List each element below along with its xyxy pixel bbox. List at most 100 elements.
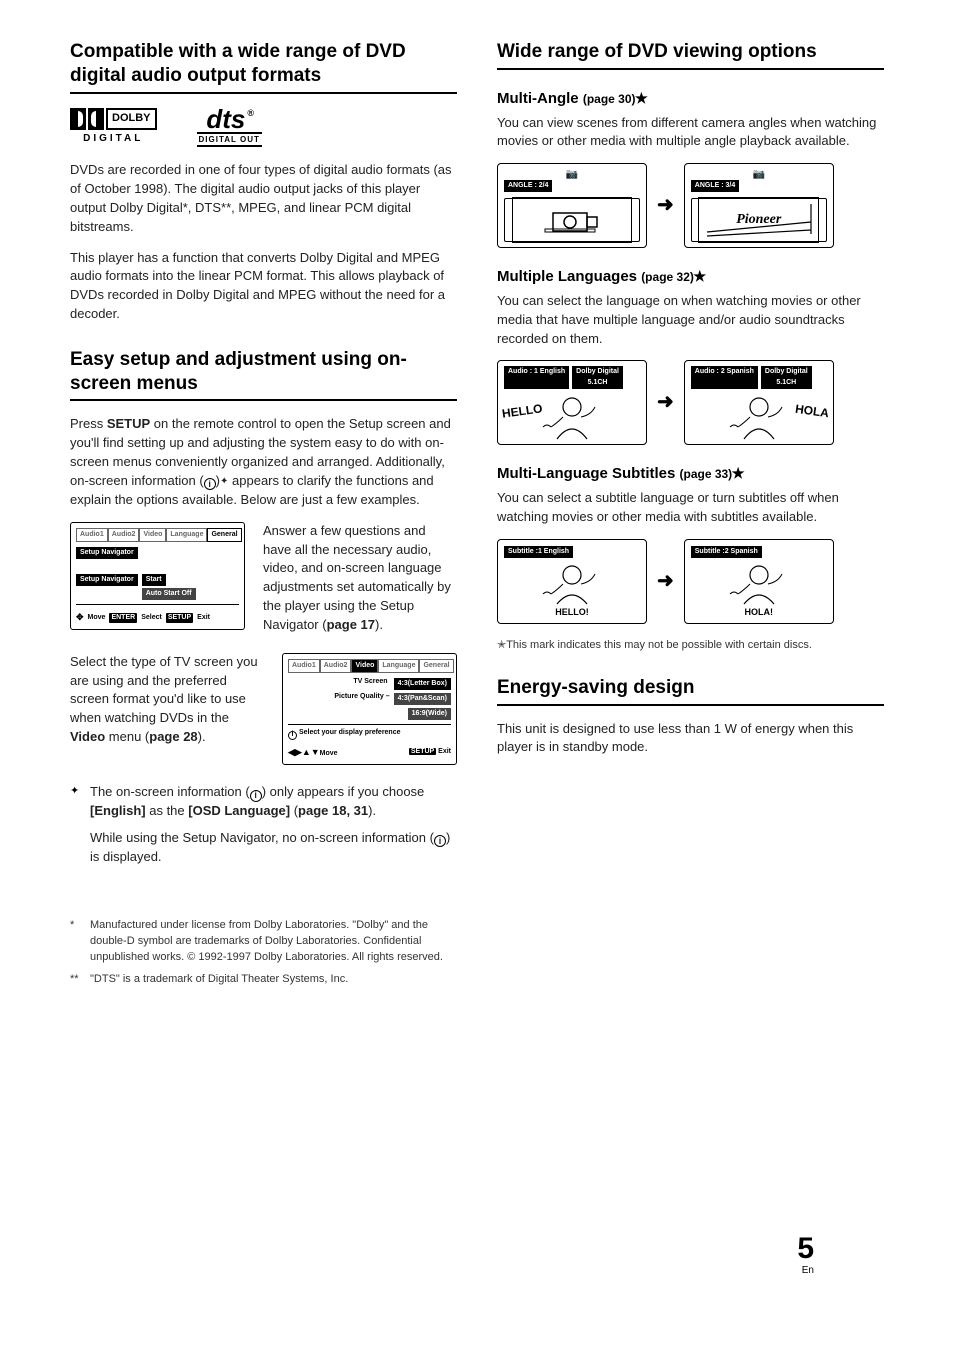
subhead-multiple-languages: Multiple Languages (page 32)✭ bbox=[497, 266, 884, 288]
osd-tab: Audio2 bbox=[320, 659, 352, 673]
txt: menu ( bbox=[105, 729, 149, 744]
osd-info: Select your display preference bbox=[299, 729, 401, 736]
pioneer-sketch: Pioneer bbox=[698, 197, 819, 243]
star-footnote: ✭This mark indicates this may not be pos… bbox=[497, 638, 884, 654]
para-setup: Press SETUP on the remote control to ope… bbox=[70, 415, 457, 509]
osd-video-menu: Audio1 Audio2 Video Language General TV … bbox=[282, 653, 457, 765]
osd-bar: ANGLE : 2/4 bbox=[504, 180, 552, 192]
footnotes: * Manufactured under license from Dolby … bbox=[70, 918, 457, 988]
subhead-multi-angle: Multi-Angle (page 30)✭ bbox=[497, 88, 884, 110]
page-number: 5 En bbox=[797, 1234, 814, 1279]
dolby-word: DOLBY bbox=[106, 108, 157, 130]
osd-bar: Audio : 2 Spanish bbox=[691, 366, 758, 388]
dolby-digital-label: DIGITAL bbox=[83, 132, 143, 147]
page-ref: (page 32) bbox=[641, 270, 694, 284]
subtitle-hello: HELLO! bbox=[504, 606, 640, 619]
camera-icon: 📷 bbox=[566, 168, 578, 183]
dts-sub: DIGITAL OUT bbox=[197, 132, 262, 148]
txt: ). bbox=[375, 617, 383, 632]
osd-opt: 16:9(Wide) bbox=[408, 708, 451, 720]
page-num-value: 5 bbox=[797, 1234, 814, 1264]
txt: ) only appears if you choose bbox=[262, 784, 425, 799]
diamond-icon: ✦ bbox=[70, 783, 80, 878]
osd-foot-txt: Exit bbox=[197, 613, 210, 623]
speech-hola: HOLA bbox=[794, 401, 830, 423]
info-icon: i bbox=[250, 790, 262, 802]
caption-nav: Answer a few questions and have all the … bbox=[263, 522, 457, 635]
page-lang: En bbox=[797, 1264, 814, 1279]
bold: Video bbox=[70, 729, 105, 744]
txt: ( bbox=[290, 803, 298, 818]
osd-foot-txt: Move bbox=[320, 750, 338, 757]
osd-bar: Subtitle :2 Spanish bbox=[691, 546, 762, 558]
txt: Answer a few questions and have all the … bbox=[263, 523, 451, 632]
bold: [OSD Language] bbox=[188, 803, 290, 818]
logo-row: DOLBY DIGITAL dts® DIGITAL OUT bbox=[70, 108, 457, 148]
osd-bar: Subtitle :1 English bbox=[504, 546, 573, 558]
page-ref: page 18, 31 bbox=[298, 803, 368, 818]
osd-tab: General bbox=[207, 528, 241, 542]
osd-foot-btn: SETUP bbox=[409, 748, 436, 755]
osd-bar: ANGLE : 3/4 bbox=[691, 180, 739, 192]
character-icon bbox=[537, 393, 607, 441]
osd-label: TV Screen bbox=[353, 677, 389, 687]
para-compat-2: This player has a function that converts… bbox=[70, 249, 457, 324]
info-icon: i bbox=[288, 731, 297, 740]
info-icon: i bbox=[434, 835, 446, 847]
para-compat-1: DVDs are recorded in one of four types o… bbox=[70, 161, 457, 236]
txt: ). bbox=[198, 729, 206, 744]
txt: 5.1CH bbox=[588, 379, 608, 386]
heading-wide-options: Wide range of DVD viewing options bbox=[497, 40, 884, 70]
txt: Dolby Digital bbox=[765, 368, 808, 375]
dts-word: dts bbox=[206, 104, 245, 134]
txt: Multiple Languages bbox=[497, 268, 641, 285]
illus-subtitles: Subtitle :1 English HELLO! ➜ Subtitle :2… bbox=[497, 539, 884, 624]
setup-bold: SETUP bbox=[107, 416, 150, 431]
page-ref: page 28 bbox=[149, 729, 197, 744]
heading-energy: Energy-saving design bbox=[497, 676, 884, 706]
txt: Multi-Angle bbox=[497, 90, 583, 107]
star-icon: ✭ bbox=[636, 90, 648, 106]
camera-sketch bbox=[512, 197, 633, 243]
arrow-icon: ➜ bbox=[657, 388, 674, 417]
osd-tab: Language bbox=[166, 528, 207, 542]
txt: The on-screen information ( bbox=[90, 784, 250, 799]
para-multiple-languages: You can select the language on when watc… bbox=[497, 292, 884, 349]
character-icon bbox=[537, 562, 607, 606]
arrow-icon: ➜ bbox=[657, 191, 674, 220]
para-subtitles: You can select a subtitle language or tu… bbox=[497, 489, 884, 527]
osd-tab: General bbox=[419, 659, 453, 673]
dolby-d-icon bbox=[88, 108, 104, 130]
osd-tab: Video bbox=[351, 659, 378, 673]
heading-easy-setup: Easy setup and adjustment using on-scree… bbox=[70, 348, 457, 402]
txt: Dolby Digital bbox=[576, 368, 619, 375]
txt: Select the type of TV screen you are usi… bbox=[70, 654, 258, 726]
page-ref: page 17 bbox=[327, 617, 375, 632]
subtitle-hola: HOLA! bbox=[691, 606, 827, 619]
note-english-osd: ✦ The on-screen information (i) only app… bbox=[70, 783, 457, 878]
osd-foot-btn: SETUP bbox=[166, 613, 193, 623]
camera-icon: 📷 bbox=[753, 168, 765, 183]
star-icon: ✭ bbox=[694, 268, 706, 284]
osd-tab: Video bbox=[139, 528, 166, 542]
txt: as the bbox=[146, 803, 189, 818]
star-icon: ✭ bbox=[732, 465, 744, 481]
subhead-subtitles: Multi-Language Subtitles (page 33)✭ bbox=[497, 463, 884, 485]
arrows-icon: ✥ bbox=[76, 611, 84, 624]
osd-label: Setup Navigator bbox=[76, 574, 138, 586]
arrow-icon: ➜ bbox=[657, 567, 674, 596]
osd-opt: Start bbox=[142, 574, 166, 586]
txt: Press bbox=[70, 416, 107, 431]
osd-setup-navigator: Audio1 Audio2 Video Language General Set… bbox=[70, 522, 245, 631]
bold: [English] bbox=[90, 803, 146, 818]
para-multi-angle: You can view scenes from different camer… bbox=[497, 114, 884, 152]
osd-tab: Language bbox=[378, 659, 419, 673]
osd-tab: Audio2 bbox=[108, 528, 140, 542]
footnote-mark: ** bbox=[70, 972, 84, 988]
osd-tab: Audio1 bbox=[288, 659, 320, 673]
illus-multiple-languages: Audio : 1 English Dolby Digital5.1CH HEL… bbox=[497, 360, 884, 445]
osd-chip: Setup Navigator bbox=[76, 547, 138, 559]
dolby-logo: DOLBY DIGITAL bbox=[70, 108, 157, 147]
txt: While using the Setup Navigator, no on-s… bbox=[90, 830, 434, 845]
osd-foot-txt: Exit bbox=[438, 748, 451, 755]
